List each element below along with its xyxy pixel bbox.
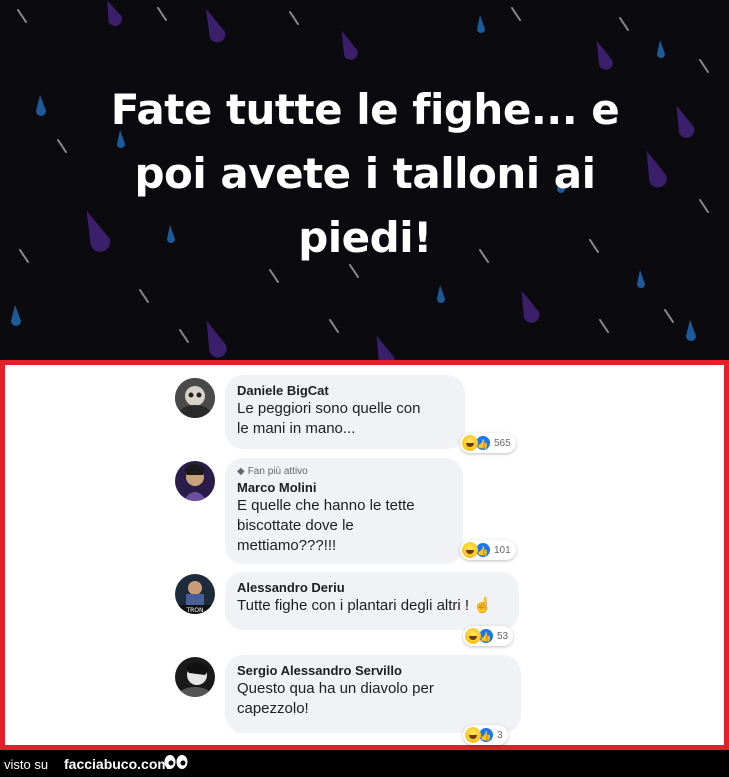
- story-line-2: poi avete i talloni ai: [134, 149, 596, 198]
- haha-icon: [462, 435, 478, 451]
- svg-text:TRON: TRON: [185, 607, 203, 614]
- comments-panel: Daniele BigCat Le peggiori sono quelle c…: [0, 360, 729, 750]
- story-text: Fate tutte le fighe... e poi avete i tal…: [60, 78, 670, 270]
- comment-bubble: Sergio Alessandro Servillo Questo qua ha…: [225, 655, 521, 733]
- story-line-1: Fate tutte le fighe... e: [110, 85, 620, 134]
- eyes-logo-icon: [164, 755, 188, 769]
- comment-author[interactable]: Alessandro Deriu: [237, 579, 507, 596]
- comment-text: biscottate dove le: [237, 517, 354, 534]
- comment-text: le mani in mano...: [237, 420, 356, 437]
- haha-icon: [465, 727, 481, 743]
- reaction-number: 3: [497, 729, 503, 741]
- comment-text: Tutte fighe con i plantari degli altri !…: [237, 596, 507, 616]
- comment-text-content: Tutte fighe con i plantari degli altri !: [237, 597, 470, 614]
- comment-author[interactable]: Sergio Alessandro Servillo: [237, 662, 509, 679]
- badge-label: Fan più attivo: [247, 466, 308, 477]
- site-logo-text[interactable]: facciabuco.com: [64, 756, 170, 772]
- comment-bubble: Alessandro Deriu Tutte fighe con i plant…: [225, 572, 519, 630]
- comment-text: Questo qua ha un diavolo per: [237, 680, 434, 697]
- comment-bubble: Daniele BigCat Le peggiori sono quelle c…: [225, 375, 465, 449]
- reaction-count[interactable]: 👍 3: [463, 725, 508, 745]
- comment-bubble: ◆ Fan più attivo Marco Molini E quelle ch…: [225, 458, 463, 564]
- story-post: Fate tutte le fighe... e poi avete i tal…: [0, 0, 729, 360]
- avatar[interactable]: [175, 461, 215, 501]
- reaction-count[interactable]: 👍 565: [460, 433, 516, 453]
- comment-text: Le peggiori sono quelle con: [237, 400, 421, 417]
- pointing-hand-icon: ☝: [473, 597, 492, 614]
- haha-icon: [462, 542, 478, 558]
- footer-bar: visto su facciabuco.com: [0, 750, 729, 777]
- avatar[interactable]: TRON: [175, 574, 215, 614]
- reaction-count[interactable]: 👍 101: [460, 540, 516, 560]
- comment-author[interactable]: Daniele BigCat: [237, 382, 453, 399]
- seen-on-label: visto su: [4, 757, 49, 772]
- reaction-number: 53: [497, 630, 509, 642]
- diamond-icon: ◆: [237, 466, 245, 477]
- reaction-number: 101: [494, 544, 511, 556]
- avatar[interactable]: [175, 378, 215, 418]
- reaction-number: 565: [494, 437, 511, 449]
- haha-icon: [465, 628, 481, 644]
- avatar[interactable]: [175, 657, 215, 697]
- story-line-3: piedi!: [298, 213, 432, 262]
- comment-text: E quelle che hanno le tette: [237, 497, 415, 514]
- comment-text: capezzolo!: [237, 700, 309, 717]
- comment-text: mettiamo???!!!: [237, 537, 337, 554]
- reaction-count[interactable]: 👍 53: [463, 626, 514, 646]
- comment-author[interactable]: Marco Molini: [237, 479, 451, 496]
- top-fan-badge: ◆ Fan più attivo: [237, 465, 451, 479]
